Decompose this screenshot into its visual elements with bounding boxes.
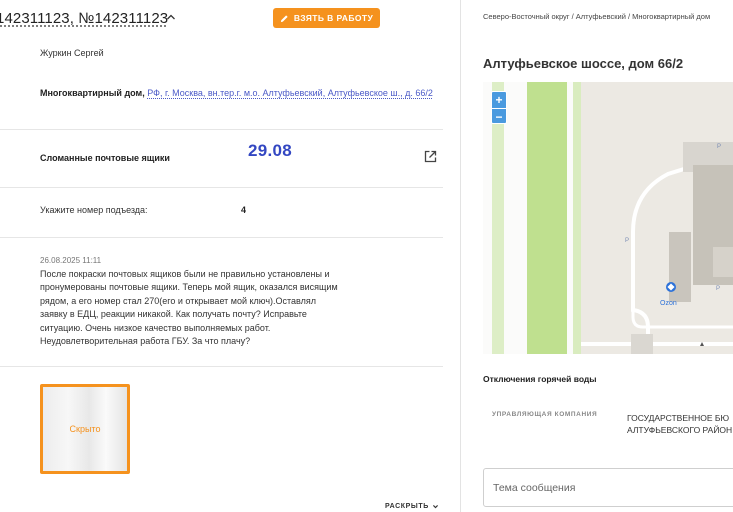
subject-placeholder: Тема сообщения [493,482,576,494]
divider [0,129,443,130]
take-to-work-button[interactable]: ВЗЯТЬ В РАБОТУ [273,8,380,28]
management-company-line: АЛТУФЬЕВСКОГО РАЙОН [627,425,733,435]
object-address: Многоквартирный дом, РФ, г. Москва, вн.т… [40,87,435,100]
ticket-panel: 142311123, №142311123 ВЗЯТЬ В РАБОТУ Жур… [0,0,443,512]
divider [0,237,443,238]
deadline-date: 29.08 [248,141,293,160]
object-type: Многоквартирный дом, [40,88,145,98]
zoom-out-button[interactable]: − [492,108,506,124]
take-to-work-label: ВЗЯТЬ В РАБОТУ [293,13,374,23]
map[interactable]: P P P Ozon [483,82,733,354]
management-company-value: ГОСУДАРСТВЕННОЕ БЮ АЛТУФЬЕВСКОГО РАЙОН [627,412,732,436]
parking-marker: P [625,238,629,244]
category-label: Сломанные почтовые ящики [40,153,170,163]
attachment-thumbnail[interactable]: Скрыто [40,384,130,474]
management-company-label: УПРАВЛЯЮЩАЯ КОМПАНИЯ [492,411,598,418]
poi-label: Ozon [660,300,677,307]
address-link[interactable]: РФ, г. Москва, вн.тер.г. м.о. Алтуфьевск… [147,88,433,98]
object-title: Алтуфьевское шоссе, дом 66/2 [483,56,684,71]
parking-marker: P [716,286,720,292]
ticket-ids[interactable]: 142311123, №142311123 [0,10,168,27]
breadcrumb[interactable]: Северо-Восточный округ / Алтуфьевский / … [483,11,733,22]
entrance-label: Укажите номер подъезда: [40,205,148,215]
entrance-value: 4 [241,205,247,215]
zoom-in-button[interactable]: + [492,92,506,108]
message-timestamp: 26.08.2025 11:11 [40,256,102,265]
map-canvas[interactable]: P P P Ozon [483,82,733,354]
management-company-line: ГОСУДАРСТВЕННОЕ БЮ [627,413,730,423]
message-text: После покраски почтовых ящиков были не п… [40,269,338,347]
divider [0,366,443,367]
divider [0,187,443,188]
map-zoom-control: + − [491,91,507,124]
hidden-label: Скрыто [69,424,101,434]
parking-marker: P [717,144,721,150]
applicant-name: Журкин Сергей [40,48,104,58]
chevron-up-icon[interactable] [166,12,176,22]
object-side-panel: Северо-Восточный округ / Алтуфьевский / … [461,0,733,512]
expand-button[interactable]: РАСКРЫТЬ [385,503,439,510]
expand-label: РАСКРЫТЬ [385,503,429,510]
hot-water-section-title: Отключения горячей воды [483,374,597,384]
chevron-down-icon [432,505,438,509]
pencil-icon [280,14,288,22]
open-external-icon[interactable] [424,150,437,163]
message-subject-input[interactable]: Тема сообщения [483,468,733,507]
